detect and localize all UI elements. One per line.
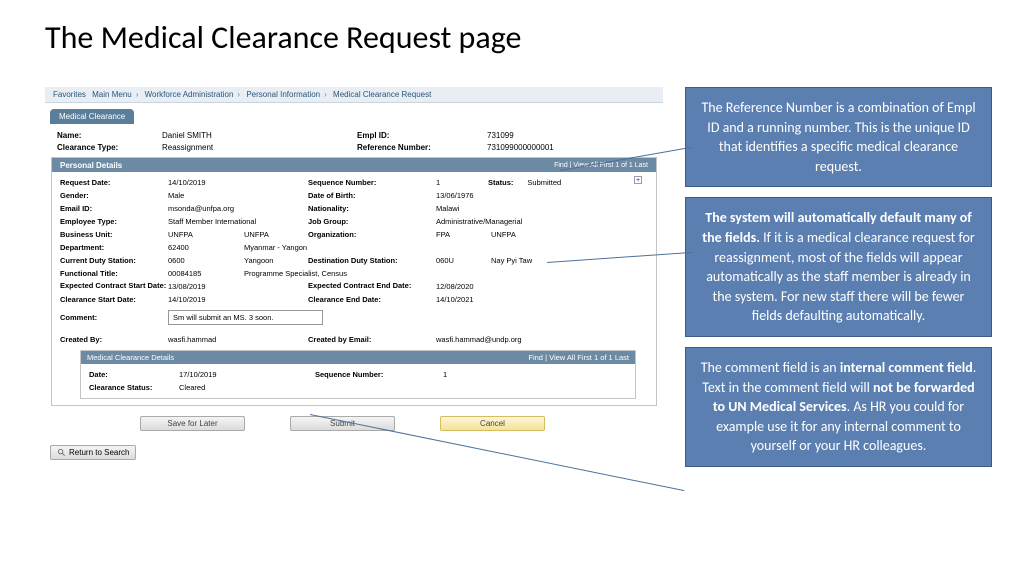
org-value: UNFPA — [491, 230, 648, 239]
mcd-status-label: Clearance Status: — [89, 383, 179, 392]
comment-label: Comment: — [60, 313, 168, 322]
func-code: 00084185 — [168, 269, 244, 278]
dob-label: Date of Birth: — [308, 191, 436, 200]
mcd-seq-label: Sequence Number: — [315, 370, 443, 379]
bc-favorites[interactable]: Favorites — [51, 90, 88, 99]
mcd-pager[interactable]: Find | View All First 1 of 1 Last — [528, 353, 629, 362]
func-label: Functional Title: — [60, 269, 168, 278]
tab-medical-clearance[interactable]: Medical Clearance — [50, 109, 134, 124]
nat-value: Malawi — [436, 204, 648, 213]
dest-label: Destination Duty Station: — [308, 256, 436, 265]
org-code: FPA — [436, 230, 491, 239]
slide-title: The Medical Clearance Request page — [0, 0, 1024, 57]
return-label: Return to Search — [69, 448, 129, 457]
ref-label: Reference Number: — [357, 143, 487, 152]
name-label: Name: — [57, 131, 162, 140]
created-label: Created By: — [60, 335, 168, 344]
name-value: Daniel SMITH — [162, 131, 357, 140]
ref-value: 731099000000001 — [487, 143, 597, 152]
callout-comment: The comment field is an internal comment… — [685, 347, 992, 467]
personal-title: Personal Details — [60, 161, 122, 170]
comment-field[interactable]: Sm will submit an MS. 3 soon. — [168, 310, 323, 325]
cstart-value: 13/08/2019 — [168, 282, 244, 291]
breadcrumb: Favorites Main Menu› Workforce Administr… — [45, 87, 663, 103]
bu-code: UNFPA — [168, 230, 244, 239]
search-icon — [57, 448, 66, 457]
reqdate-label: Request Date: — [60, 178, 168, 187]
org-label: Organization: — [308, 230, 436, 239]
save-button[interactable]: Save for Later — [140, 416, 245, 431]
expand-icon[interactable]: + — [634, 176, 642, 184]
c3b: internal comment field — [840, 359, 973, 376]
mcd-section: Medical Clearance Details Find | View All… — [80, 350, 636, 399]
callout-defaults: The system will automatically default ma… — [685, 197, 992, 337]
bc-l2[interactable]: Personal Information — [244, 90, 322, 99]
mcd-seq-value: 1 — [443, 370, 627, 379]
clstart-value: 14/10/2019 — [168, 295, 244, 304]
bc-main[interactable]: Main Menu — [90, 90, 134, 99]
bc-l1[interactable]: Workforce Administration — [143, 90, 236, 99]
clstart-label: Clearance Start Date: — [60, 295, 168, 304]
seq-value: 1 — [436, 178, 476, 187]
createdemail-value: wasfi.hammad@undp.org — [436, 335, 648, 344]
mcd-date-label: Date: — [89, 370, 179, 379]
bu-label: Business Unit: — [60, 230, 168, 239]
duty-value: Yangoon — [244, 256, 308, 265]
dest-code: 060U — [436, 256, 491, 265]
return-to-search-button[interactable]: Return to Search — [50, 445, 136, 460]
c3a: The comment field is an — [701, 359, 840, 376]
duty-code: 0600 — [168, 256, 244, 265]
clrtype-label: Clearance Type: — [57, 143, 162, 152]
emptype-label: Employee Type: — [60, 217, 168, 226]
dob-value: 13/06/1976 — [436, 191, 648, 200]
status-label: Status: — [476, 178, 513, 187]
emptype-value: Staff Member International — [168, 217, 308, 226]
job-value: Administrative/Managerial — [436, 217, 648, 226]
emplid-label: Empl ID: — [357, 131, 487, 140]
personal-details-section: Personal Details Find | View All First 1… — [51, 157, 657, 406]
emplid-value: 731099 — [487, 131, 597, 140]
app-screenshot: Favorites Main Menu› Workforce Administr… — [45, 87, 663, 467]
job-label: Job Group: — [308, 217, 436, 226]
email-value: msonda@unfpa.org — [168, 204, 308, 213]
status-value: Submitted — [513, 178, 561, 187]
dept-label: Department: — [60, 243, 168, 252]
clrtype-value: Reassignment — [162, 143, 357, 152]
dept-value: Myanmar - Yangon — [244, 243, 364, 252]
seq-label: Sequence Number: — [308, 178, 436, 187]
createdemail-label: Created by Email: — [308, 335, 436, 344]
email-label: Email ID: — [60, 204, 168, 213]
func-value: Programme Specialist, Census — [244, 269, 384, 278]
nat-label: Nationality: — [308, 204, 436, 213]
clend-label: Clearance End Date: — [308, 295, 436, 304]
cend-label: Expected Contract End Date: — [308, 282, 436, 290]
cend-value: 12/08/2020 — [436, 282, 648, 291]
mcd-title: Medical Clearance Details — [87, 353, 174, 362]
gender-value: Male — [168, 191, 244, 200]
cstart-label: Expected Contract Start Date: — [60, 282, 168, 290]
cancel-button[interactable]: Cancel — [440, 416, 545, 431]
reqdate-value: 14/10/2019 — [168, 178, 244, 187]
mcd-date-value: 17/10/2019 — [179, 370, 255, 379]
mcd-status-value: Cleared — [179, 383, 255, 392]
callout-refnum: The Reference Number is a combination of… — [685, 87, 992, 187]
gender-label: Gender: — [60, 191, 168, 200]
dept-code: 62400 — [168, 243, 244, 252]
bc-l3[interactable]: Medical Clearance Request — [331, 90, 433, 99]
clend-value: 14/10/2021 — [436, 295, 648, 304]
bu-value: UNFPA — [244, 230, 308, 239]
duty-label: Current Duty Station: — [60, 256, 168, 265]
created-value: wasfi.hammad — [168, 335, 308, 344]
